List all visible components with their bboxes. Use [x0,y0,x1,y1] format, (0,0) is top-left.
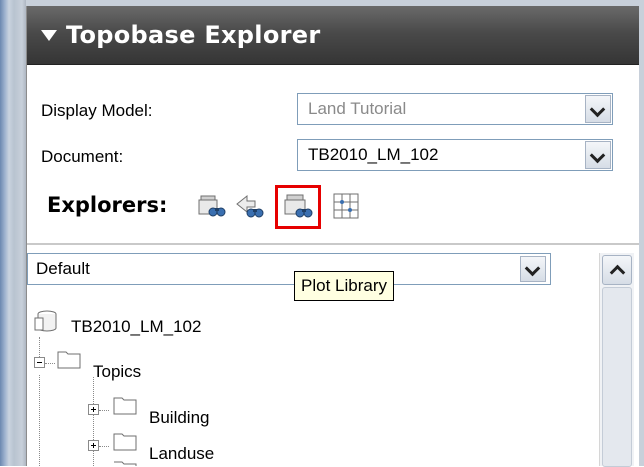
panel-title: Topobase Explorer [66,21,321,49]
expand-toggle[interactable] [88,440,99,451]
tree-section: Default TB2010_LM_102 Topics Building La… [27,245,639,467]
document-label: Document: [41,147,124,166]
collapse-toggle[interactable] [34,357,45,368]
expand-toggle[interactable] [88,404,99,415]
panel-title-bar[interactable]: Topobase Explorer [27,6,639,65]
chevron-down-icon[interactable] [520,256,546,282]
collapse-arrow-icon[interactable] [41,30,57,41]
database-icon [34,310,57,332]
folder-icon [113,433,137,451]
tree-line [45,363,55,364]
filter-select[interactable]: Default [27,253,551,285]
chevron-down-icon[interactable] [585,141,611,169]
folder-icon [114,461,137,466]
plot-library-highlight [275,185,321,229]
tree-line [99,446,109,447]
folder-icon [57,351,81,369]
scroll-thumb[interactable] [602,287,632,467]
topobase-explorer-panel: Topobase Explorer Display Model: Land Tu… [26,6,639,467]
explorers-label: Explorers: [47,193,168,217]
properties-section: Display Model: Land Tutorial Document: T… [27,65,639,243]
grid-explorer-icon[interactable] [330,190,362,222]
filter-value: Default [36,259,90,278]
display-model-select[interactable]: Land Tutorial [297,93,613,125]
sync-explorer-icon[interactable] [233,190,265,222]
tree-line [99,410,109,411]
display-model-value: Land Tutorial [308,99,407,118]
vertical-scrollbar[interactable] [599,253,634,467]
tree-item-topics[interactable]: Topics [93,362,141,382]
folder-icon [113,397,137,415]
tree-item-building[interactable]: Building [149,408,210,428]
document-value: TB2010_LM_102 [308,145,439,164]
tree-item-landuse[interactable]: Landuse [149,444,214,464]
scroll-up-button[interactable] [602,255,632,285]
window-frame-left [0,0,26,466]
feature-explorer-icon[interactable] [195,190,227,222]
tree-root-label[interactable]: TB2010_LM_102 [71,317,201,337]
document-select[interactable]: TB2010_LM_102 [297,139,613,171]
tree-line [39,375,40,466]
chevron-down-icon[interactable] [585,95,611,123]
tree-line [39,337,40,357]
tree-line [93,377,94,466]
display-model-label: Display Model: [41,101,153,120]
plot-library-tooltip: Plot Library [294,271,394,301]
